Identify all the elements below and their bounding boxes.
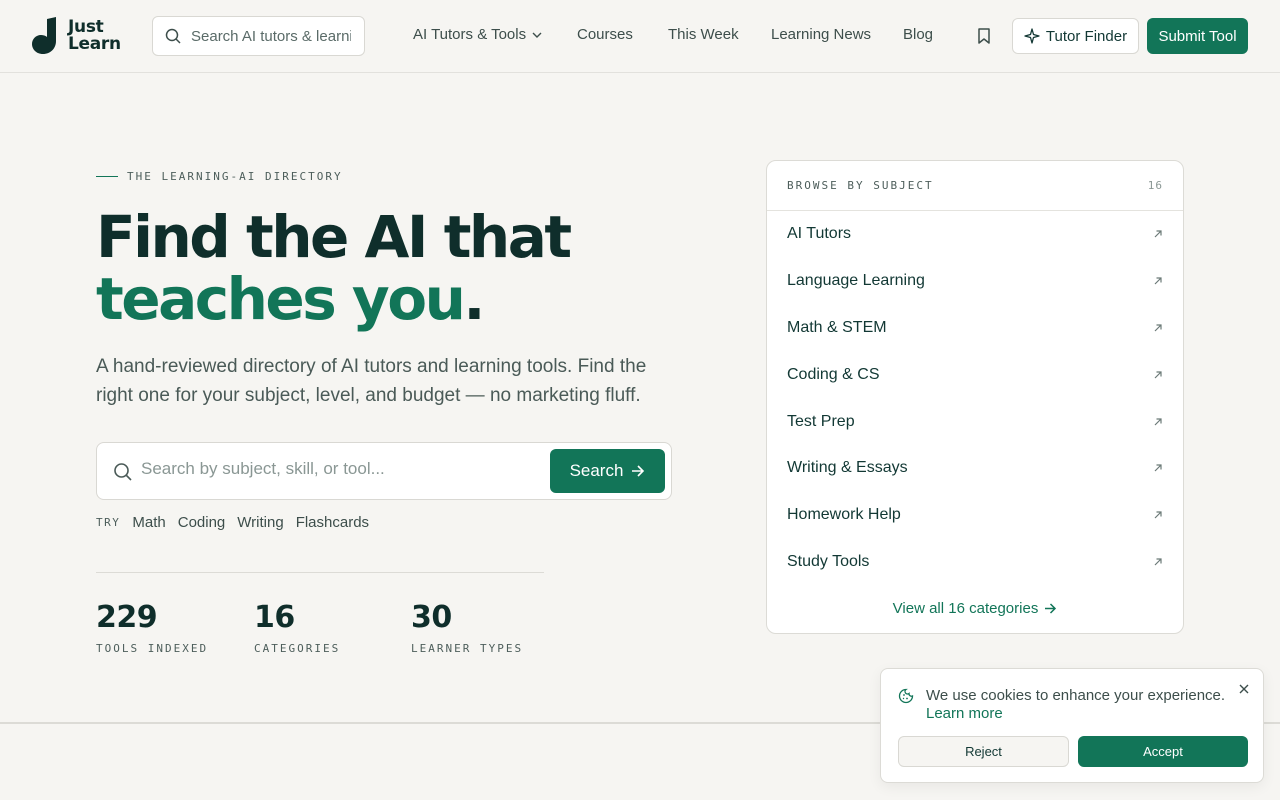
category-list: AI Tutors Language Learning Math & STEM Cod…: [767, 211, 1183, 585]
stats-divider: [96, 572, 544, 573]
arrow-up-right-icon: [1154, 371, 1162, 379]
logo-text: Just Learn: [68, 16, 121, 54]
tutor-finder-label: Tutor Finder: [1045, 27, 1128, 45]
stat-caption: CATEGORIES: [254, 642, 341, 655]
arrow-up-right-icon: [1154, 417, 1162, 426]
browse-heading: BROWSE BY SUBJECT: [787, 179, 934, 192]
stat-value: 229: [96, 600, 158, 635]
nav-courses[interactable]: Courses: [577, 26, 633, 43]
nav-ai-tutors-tools[interactable]: AI Tutors & Tools: [413, 26, 542, 43]
arrow-up-right-icon: [1154, 464, 1162, 472]
cookie-banner: We use cookies to enhance your experienc…: [880, 668, 1264, 783]
cookie-message: We use cookies to enhance your experienc…: [926, 687, 1226, 704]
category-label: Language Learning: [787, 272, 925, 290]
category-row[interactable]: Study Tools: [767, 539, 1183, 586]
hero-title: Find the AI that teaches you.: [96, 203, 572, 333]
hero-title-line2: teaches you: [96, 265, 466, 333]
stat-value: 30: [411, 600, 452, 635]
category-row[interactable]: Homework Help: [767, 492, 1183, 539]
cookie-reject-button[interactable]: Reject: [898, 736, 1069, 767]
nav-learning-news[interactable]: Learning News: [771, 26, 871, 43]
header-search-input[interactable]: [191, 27, 351, 45]
category-row[interactable]: Math & STEM: [767, 305, 1183, 352]
arrow-up-right-icon: [1154, 558, 1162, 566]
browse-by-subject-panel: BROWSE BY SUBJECT 16 AI Tutors Language L…: [766, 160, 1184, 634]
try-chip-flashcards[interactable]: Flashcards: [296, 514, 369, 531]
stat-categories: 16 CATEGORIES: [254, 600, 340, 655]
try-label: TRY: [96, 516, 121, 529]
try-chip-math[interactable]: Math: [132, 514, 165, 531]
submit-tool-label: Submit Tool: [1158, 27, 1237, 45]
chevron-down-icon: [532, 32, 542, 38]
arrow-right-icon: [632, 465, 645, 477]
bookmark-button[interactable]: [974, 25, 994, 47]
hero-eyebrow: THE LEARNING-AI DIRECTORY: [96, 170, 343, 183]
category-row[interactable]: Coding & CS: [767, 351, 1183, 398]
hero-title-line1: Find the AI that: [96, 203, 572, 271]
sparkle-icon: [1024, 28, 1040, 44]
arrow-up-right-icon: [1154, 277, 1162, 285]
try-chip-writing[interactable]: Writing: [237, 514, 283, 531]
nav-label: Blog: [903, 26, 934, 43]
category-row[interactable]: Language Learning: [767, 258, 1183, 305]
browse-panel-header: BROWSE BY SUBJECT 16: [767, 161, 1183, 211]
reject-label: Reject: [965, 744, 1002, 759]
category-label: Math & STEM: [787, 318, 887, 336]
arrow-up-right-icon: [1154, 230, 1162, 238]
arrow-up-right-icon: [1154, 511, 1162, 519]
category-label: AI Tutors: [787, 225, 852, 243]
cookie-accept-button[interactable]: Accept: [1078, 736, 1248, 767]
header-search[interactable]: [152, 16, 365, 56]
hero-lede: A hand-reviewed directory of AI tutors a…: [96, 356, 647, 406]
eyebrow-text: THE LEARNING-AI DIRECTORY: [127, 170, 343, 183]
logo[interactable]: Just Learn: [32, 17, 121, 54]
stat-caption: LEARNER TYPES: [411, 642, 524, 655]
cookie-icon: [898, 688, 914, 704]
category-row[interactable]: Writing & Essays: [767, 445, 1183, 492]
category-row[interactable]: AI Tutors: [767, 211, 1183, 258]
nav-this-week[interactable]: This Week: [668, 26, 739, 43]
accept-label: Accept: [1143, 744, 1183, 759]
try-suggestions: TRY Math Coding Writing Flashcards: [96, 514, 381, 531]
arrow-right-icon: [1045, 603, 1057, 614]
category-row[interactable]: Test Prep: [767, 398, 1183, 445]
arrow-up-right-icon: [1154, 324, 1162, 332]
view-all-categories-link[interactable]: View all 16 categories: [767, 600, 1183, 617]
search-icon: [114, 463, 132, 481]
category-label: Study Tools: [787, 552, 870, 570]
site-header: Just Learn AI Tutors & Tools Courses Thi…: [0, 0, 1280, 73]
category-label: Coding & CS: [787, 365, 880, 383]
hero-search-button[interactable]: Search: [550, 449, 665, 493]
category-label: Homework Help: [787, 506, 901, 524]
submit-tool-button[interactable]: Submit Tool: [1147, 18, 1248, 54]
category-label: Writing & Essays: [787, 459, 908, 477]
stat-learner-types: 30 LEARNER TYPES: [411, 600, 523, 655]
close-icon[interactable]: [1237, 682, 1251, 696]
view-all-label: View all 16 categories: [892, 600, 1039, 617]
try-chip-coding[interactable]: Coding: [178, 514, 226, 531]
nav-blog[interactable]: Blog: [903, 26, 933, 43]
browse-count: 16: [1147, 179, 1163, 192]
hero-search[interactable]: Search: [96, 442, 672, 500]
hero-title-dot: .: [463, 265, 485, 333]
bookmark-icon: [978, 28, 990, 44]
logo-mark-icon: [32, 17, 56, 54]
search-icon: [165, 28, 181, 44]
stat-caption: TOOLS INDEXED: [96, 642, 209, 655]
tutor-finder-button[interactable]: Tutor Finder: [1012, 18, 1139, 54]
nav-label: AI Tutors & Tools: [413, 26, 527, 43]
hero-search-input[interactable]: [141, 459, 541, 479]
nav-label: Learning News: [771, 26, 872, 43]
stat-value: 16: [254, 600, 295, 635]
stat-tools-indexed: 229 TOOLS INDEXED: [96, 600, 208, 655]
nav-label: Courses: [577, 26, 633, 43]
search-button-label: Search: [569, 461, 624, 480]
eyebrow-dash: [96, 176, 118, 177]
nav-label: This Week: [668, 26, 739, 43]
cookie-learn-more-link[interactable]: Learn more: [926, 705, 1003, 722]
category-label: Test Prep: [787, 412, 855, 430]
